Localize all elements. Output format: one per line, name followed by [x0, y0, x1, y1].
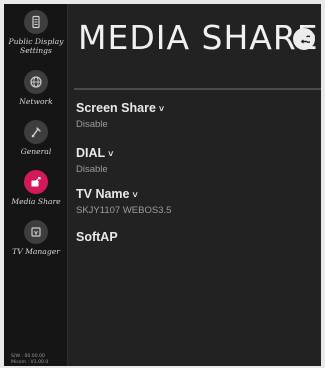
sidebar-item-label: Network — [19, 97, 53, 106]
sidebar-item-network[interactable]: Network — [4, 70, 68, 106]
setting-value: Disable — [76, 119, 108, 130]
sidebar-item-label: Public Display Settings — [8, 37, 64, 55]
setting-softap[interactable]: SoftAP — [76, 230, 118, 244]
setting-value: Disable — [76, 164, 108, 175]
page-title: MEDIA SHARE — [78, 18, 319, 57]
setting-label: DIAL ˅ — [76, 146, 114, 160]
chevron-down-icon: ˅ — [108, 149, 114, 159]
setting-label: Screen Share ˅ — [76, 101, 165, 115]
sidebar-item-label: Media Share — [11, 197, 61, 206]
setting-screen-share[interactable]: Screen Share ˅ Disable — [76, 101, 164, 130]
back-arrow-icon — [300, 35, 310, 44]
version-info: S/W : 00.00.00 Micom : V1.00.0 — [11, 354, 48, 366]
setting-tv-name[interactable]: TV Name ˅ SKJY1107 WEBOS3.5 — [76, 187, 171, 216]
main-panel: MEDIA SHARE Screen Share ˅ Disable DIAL ˅ … — [68, 4, 321, 366]
chevron-down-icon: ˅ — [132, 190, 138, 200]
chevron-down-icon: ˅ — [158, 104, 165, 114]
sidebar-item-tv-manager[interactable]: TV Manager — [4, 220, 68, 256]
sidebar-item-label: General — [20, 147, 52, 156]
sidebar-item-media-share[interactable]: Media Share — [4, 170, 68, 206]
back-button[interactable] — [293, 28, 315, 50]
general-settings-icon — [24, 120, 48, 144]
header-divider — [74, 88, 321, 90]
sidebar-item-label: TV Manager — [12, 247, 60, 256]
display-settings-icon — [24, 10, 48, 34]
tv-manager-icon — [24, 220, 48, 244]
screen-frame: Public Display Settings Network General — [0, 0, 325, 368]
network-globe-icon — [24, 70, 48, 94]
sidebar-item-general[interactable]: General — [4, 120, 68, 156]
sidebar: Public Display Settings Network General — [4, 4, 68, 366]
setting-label: SoftAP — [76, 230, 118, 244]
media-share-icon — [24, 170, 48, 194]
setting-label: TV Name ˅ — [76, 187, 138, 201]
sidebar-item-public-display-settings[interactable]: Public Display Settings — [4, 10, 68, 55]
setting-value: SKJY1107 WEBOS3.5 — [76, 205, 172, 216]
micom-version: Micom : V1.00.0 — [11, 360, 49, 365]
setting-dial[interactable]: DIAL ˅ Disable — [76, 146, 113, 175]
